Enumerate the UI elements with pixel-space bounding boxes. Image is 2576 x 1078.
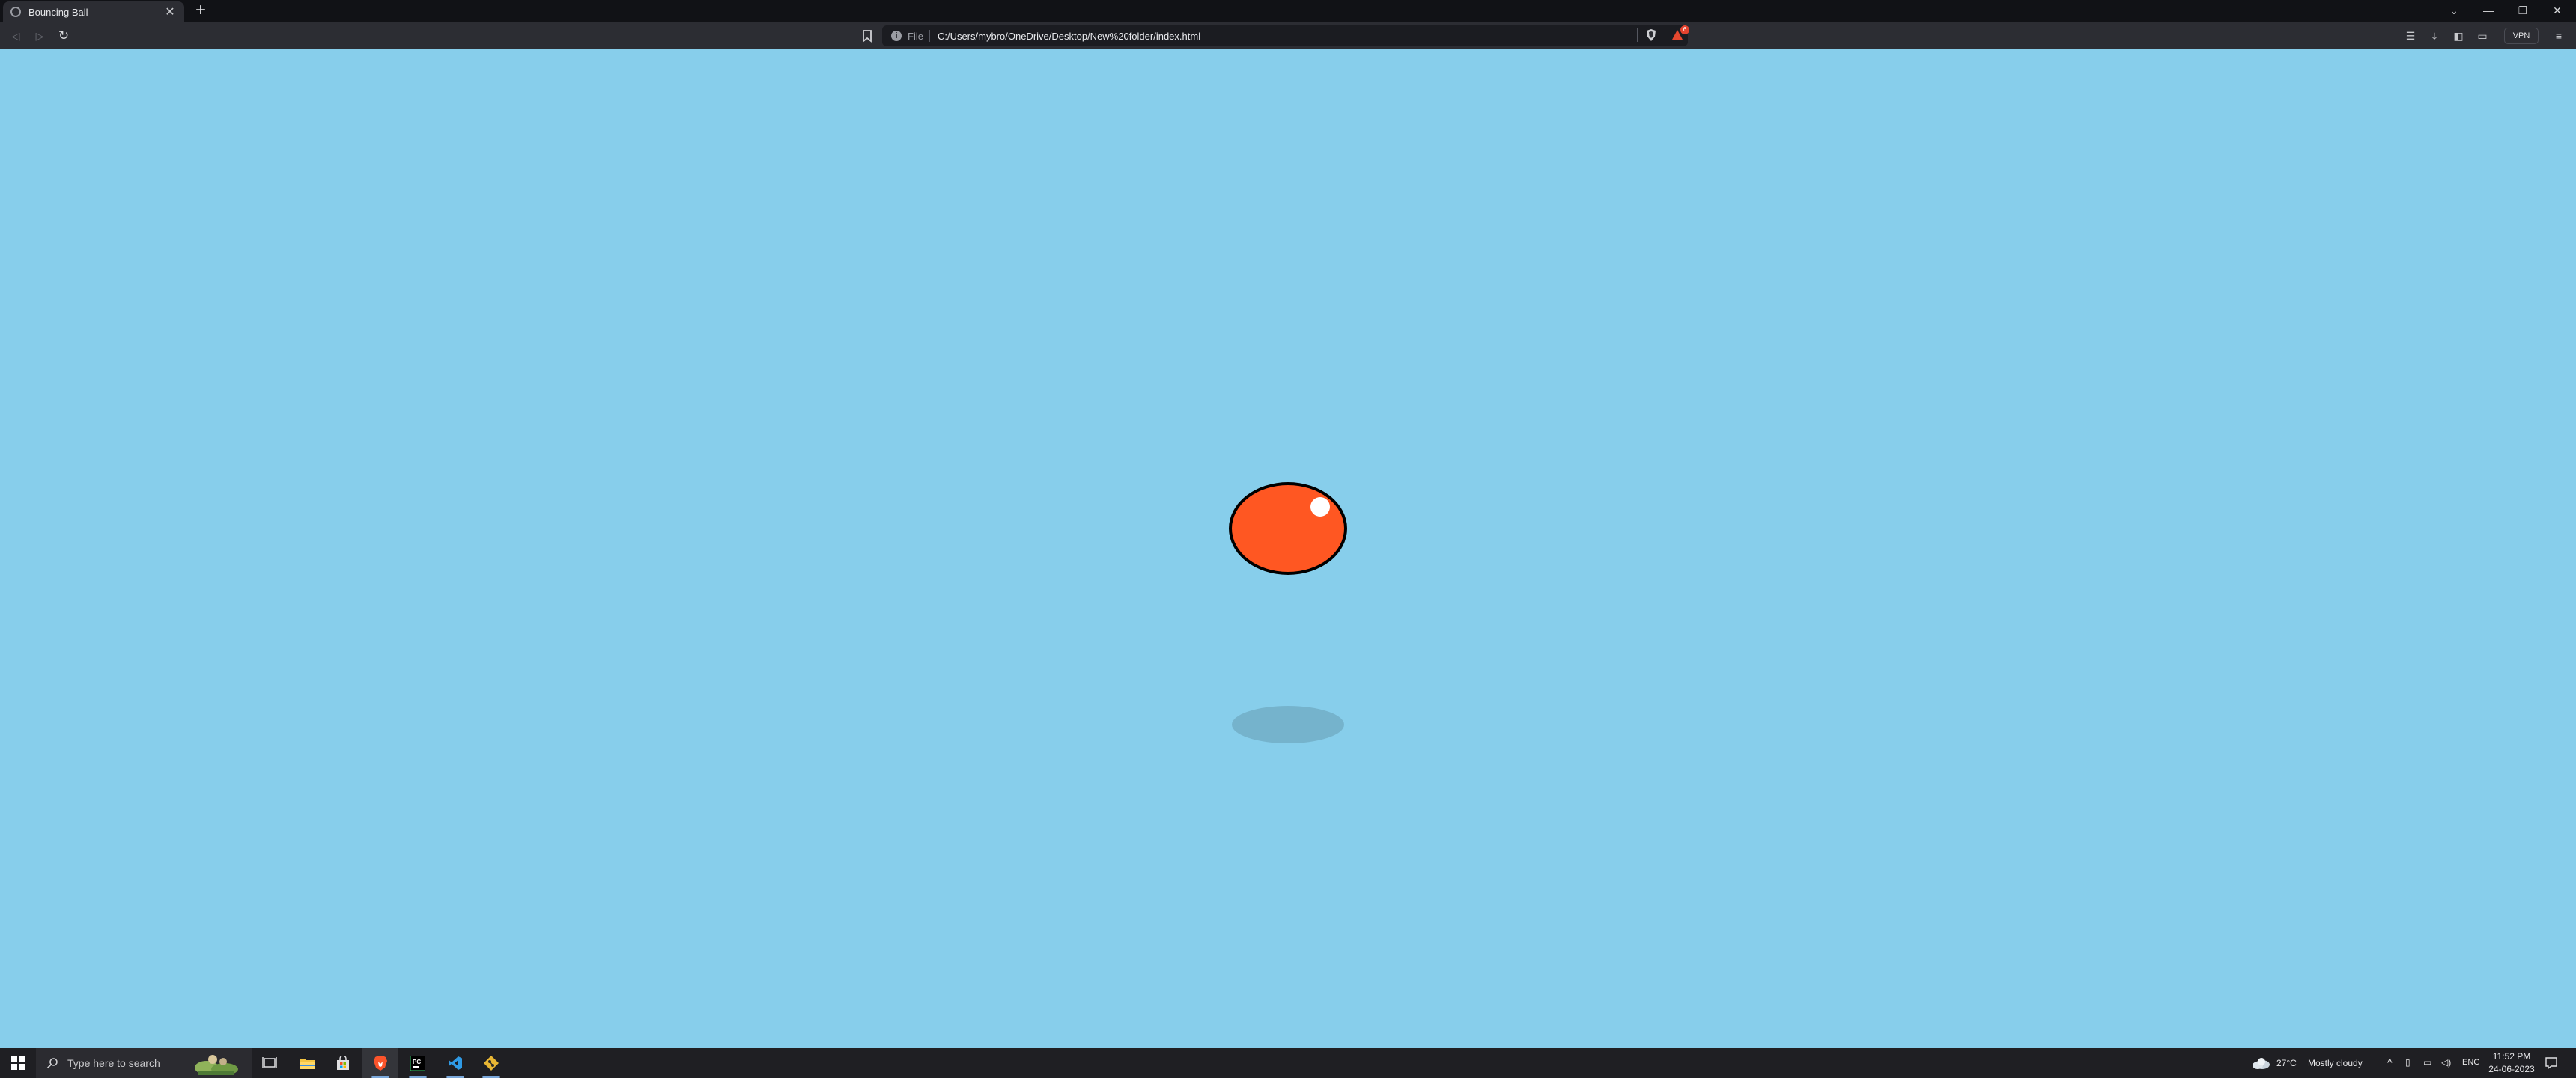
- brave-browser-button[interactable]: [362, 1048, 398, 1078]
- bouncing-ball: [1229, 482, 1347, 575]
- volume-icon[interactable]: ◁): [2441, 1057, 2451, 1068]
- store-bag-icon: [337, 1056, 349, 1070]
- new-tab-button[interactable]: +: [192, 1, 210, 20]
- address-bar[interactable]: i File C:/Users/mybro/OneDrive/Desktop/N…: [882, 25, 1688, 46]
- url-divider: [1637, 28, 1638, 42]
- reload-button[interactable]: ↻: [55, 28, 72, 44]
- back-button[interactable]: ◁: [7, 28, 24, 44]
- brave-rewards-button[interactable]: 6: [1671, 25, 1689, 42]
- site-info-icon[interactable]: i: [891, 31, 902, 41]
- page-viewport: [0, 49, 2576, 1048]
- taskbar-search-box[interactable]: Type here to search: [36, 1048, 252, 1078]
- folder-icon: [300, 1059, 315, 1069]
- vscode-button[interactable]: [437, 1048, 473, 1078]
- vpn-label: VPN: [2512, 31, 2530, 40]
- ball-highlight: [1310, 497, 1330, 517]
- minimize-button[interactable]: —: [2471, 0, 2506, 22]
- windows-logo-icon: [11, 1056, 25, 1070]
- weather-condition[interactable]: Mostly cloudy: [2308, 1058, 2363, 1068]
- svg-text:PC: PC: [413, 1059, 421, 1065]
- sidebar-icon[interactable]: ◧: [2450, 28, 2467, 43]
- search-icon: [46, 1058, 58, 1069]
- clock-date: 24-06-2023: [2488, 1064, 2535, 1074]
- tab-strip: Bouncing Ball ✕ + ⌄ — ❐ ✕: [0, 0, 2576, 22]
- brave-lion-icon: [374, 1056, 387, 1071]
- bookmark-icon[interactable]: [860, 28, 875, 43]
- forward-button[interactable]: ▷: [31, 28, 48, 44]
- taskbar-clock[interactable]: 11:52 PM 24-06-2023: [2474, 1050, 2549, 1076]
- close-window-button[interactable]: ✕: [2540, 0, 2575, 22]
- url-text[interactable]: C:/Users/mybro/OneDrive/Desktop/New%20fo…: [938, 31, 1679, 42]
- windows-taskbar: Type here to search PC 27°C Mostly cloud…: [0, 1048, 2576, 1078]
- search-placeholder: Type here to search: [67, 1057, 160, 1069]
- url-separator: [929, 30, 930, 42]
- downloads-icon[interactable]: ⤓: [2426, 28, 2443, 43]
- vpn-button[interactable]: VPN: [2504, 28, 2539, 44]
- search-highlight-illustration-icon: [195, 1055, 238, 1075]
- clock-time: 11:52 PM: [2492, 1051, 2531, 1062]
- brave-shields-icon[interactable]: [1645, 28, 1657, 42]
- wallet-icon[interactable]: ▭: [2474, 28, 2491, 43]
- git-diamond-icon: [484, 1056, 499, 1071]
- weather-cloud-icon: [2253, 1058, 2270, 1069]
- chevron-up-icon[interactable]: ^: [2387, 1056, 2393, 1068]
- ball-shadow: [1232, 706, 1344, 743]
- restore-button[interactable]: ❐: [2506, 0, 2540, 22]
- globe-icon: [10, 7, 21, 17]
- vscode-icon: [449, 1056, 462, 1070]
- task-view-icon: [262, 1057, 277, 1068]
- file-explorer-button[interactable]: [289, 1048, 325, 1078]
- pycharm-button[interactable]: PC: [400, 1048, 436, 1078]
- tab-search-chevron-icon[interactable]: ⌄: [2437, 0, 2471, 22]
- tab-bouncing-ball[interactable]: Bouncing Ball ✕: [3, 1, 184, 22]
- close-tab-icon[interactable]: ✕: [163, 4, 177, 19]
- browser-toolbar: ◁ ▷ ↻ i File C:/Users/mybro/OneDrive/Des…: [0, 22, 2576, 49]
- notifications-icon[interactable]: [2545, 1056, 2558, 1070]
- tab-title: Bouncing Ball: [28, 6, 88, 18]
- reading-list-icon[interactable]: ☰: [2402, 28, 2419, 43]
- task-view-button[interactable]: [252, 1048, 288, 1078]
- network-icon[interactable]: ▭: [2423, 1057, 2431, 1068]
- menu-icon[interactable]: ≡: [2551, 28, 2567, 43]
- extension-area: 6: [1637, 25, 1689, 42]
- weather-temperature[interactable]: 27°C: [2276, 1058, 2297, 1068]
- pycharm-icon: PC: [410, 1056, 425, 1071]
- rewards-badge: 6: [1680, 25, 1689, 34]
- battery-icon[interactable]: ▯: [2405, 1057, 2411, 1068]
- git-gui-button[interactable]: [473, 1048, 509, 1078]
- url-scheme: File: [908, 30, 923, 42]
- start-button[interactable]: [0, 1048, 36, 1078]
- microsoft-store-button[interactable]: [325, 1048, 361, 1078]
